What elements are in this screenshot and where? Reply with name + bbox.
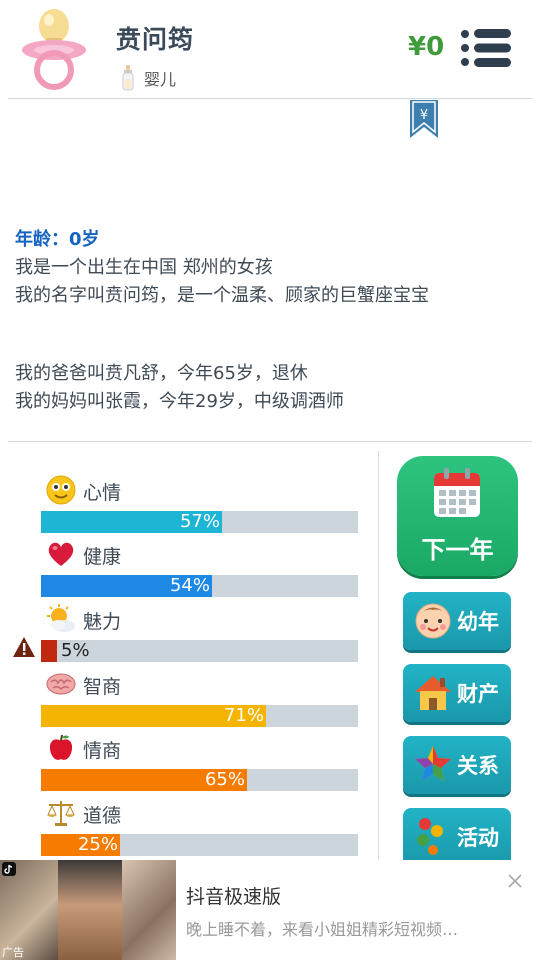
ad-title[interactable]: 抖音极速版 <box>186 882 281 909</box>
next-year-label: 下一年 <box>421 536 494 564</box>
smiley-icon <box>46 475 76 505</box>
heart-icon <box>48 542 74 566</box>
money-balance: ¥0 <box>408 32 445 62</box>
divider <box>8 441 532 442</box>
stat-bar: 54% <box>41 575 358 597</box>
property-label: 财产 <box>457 682 499 706</box>
story-line: 我的名字叫贲问筠，是一个温柔、顾家的巨蟹座宝宝 <box>15 285 429 306</box>
ad-thumbnail <box>122 860 176 960</box>
ad-banner[interactable]: 广告 抖音极速版 晚上睡不着，来看小姐姐精彩短视频… <box>0 860 540 960</box>
next-year-button[interactable]: 下一年 <box>397 456 518 576</box>
stat-bar: 71% <box>41 705 358 727</box>
stat-bar-fill <box>41 640 57 662</box>
story-line: 我的妈妈叫张霞，今年29岁，中级调酒师 <box>15 391 344 412</box>
sun-cloud-icon <box>47 604 75 632</box>
house-icon <box>415 676 451 710</box>
stat-iq: 智商 71% <box>0 669 370 731</box>
stat-label: 心情 <box>83 482 122 504</box>
stat-morality: 道德 25% <box>0 798 370 860</box>
dots-icon <box>417 818 443 855</box>
stat-health: 健康 54% <box>0 539 370 601</box>
life-story: 年龄：0岁 我是一个出生在中国 郑州的女孩 我的名字叫贲问筠，是一个温柔、顾家的… <box>15 226 525 416</box>
ad-description[interactable]: 晚上睡不着，来看小姐姐精彩短视频… <box>186 916 506 940</box>
stat-value: 5% <box>61 640 90 661</box>
divider <box>8 98 532 99</box>
activity-label: 活动 <box>457 826 499 850</box>
relationship-button[interactable]: 关系 <box>403 736 511 794</box>
calendar-icon <box>434 468 480 517</box>
stat-label: 魅力 <box>83 611 122 633</box>
childhood-label: 幼年 <box>457 610 499 634</box>
scales-icon <box>47 801 75 826</box>
stat-bar: 25% <box>41 834 358 856</box>
ad-tag: 广告 <box>2 946 24 959</box>
pacifier-icon[interactable] <box>18 8 90 90</box>
close-icon[interactable] <box>506 872 524 890</box>
stat-bar: 65% <box>41 769 358 791</box>
ad-thumbnail <box>58 860 122 960</box>
life-stage-label: 婴儿 <box>144 70 177 89</box>
stat-value: 57% <box>179 511 220 532</box>
stat-value: 25% <box>77 834 118 855</box>
brain-icon <box>46 673 76 695</box>
childhood-button[interactable]: 幼年 <box>403 592 511 650</box>
stat-label: 健康 <box>83 546 122 568</box>
stat-mood: 心情 57% <box>0 475 370 537</box>
stat-label: 情商 <box>83 740 122 762</box>
stat-value: 54% <box>169 575 210 596</box>
stat-charm: 魅力 5% <box>0 604 370 666</box>
warning-icon <box>13 637 35 657</box>
stat-label: 智商 <box>83 676 122 698</box>
stat-value: 65% <box>204 769 245 790</box>
stat-bar: 57% <box>41 511 358 533</box>
yuan-bookmark-icon[interactable]: ¥ <box>410 100 438 138</box>
svg-text:¥: ¥ <box>420 108 428 123</box>
baby-face-icon <box>415 603 451 639</box>
relationship-label: 关系 <box>457 754 499 778</box>
character-name: 贲问筠 <box>116 25 195 54</box>
activity-button[interactable]: 活动 <box>403 808 511 866</box>
menu-icon[interactable] <box>460 28 512 68</box>
header: 贲问筠 婴儿 ¥0 <box>0 0 540 98</box>
stat-value: 71% <box>223 705 264 726</box>
star-icon <box>415 746 451 781</box>
story-line: 我是一个出生在中国 郑州的女孩 <box>15 257 273 278</box>
stat-bar: 5% <box>41 640 358 662</box>
property-button[interactable]: 财产 <box>403 664 511 722</box>
stat-eq: 情商 65% <box>0 733 370 795</box>
tiktok-logo-icon <box>2 862 16 876</box>
story-line: 我的爸爸叫贲凡舒，今年65岁，退休 <box>15 363 308 384</box>
age-line: 年龄：0岁 <box>15 229 100 250</box>
baby-bottle-icon <box>122 65 134 91</box>
stats-panel: 心情 57% 健康 54% 魅力 5% 智商 71% 情商 65% 道德 25% <box>0 450 380 860</box>
stat-label: 道德 <box>83 805 122 827</box>
apple-icon <box>49 734 73 760</box>
life-stage: 婴儿 <box>122 64 176 92</box>
